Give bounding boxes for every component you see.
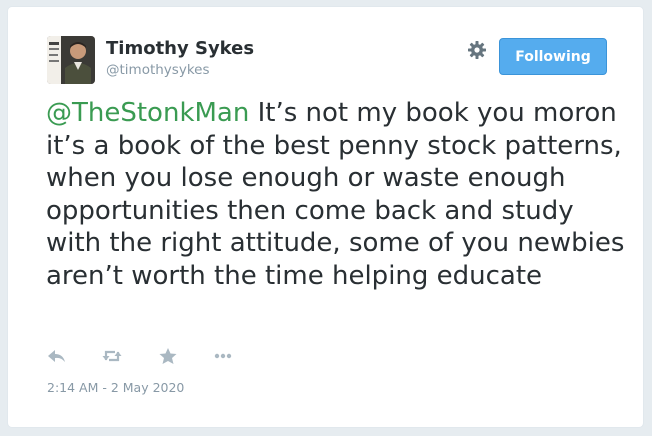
- avatar-image: [47, 36, 95, 84]
- tweet-text: @TheStonkMan It’s not my book you moron …: [46, 97, 636, 292]
- mention-link[interactable]: @TheStonkMan: [46, 98, 249, 128]
- following-button[interactable]: Following: [499, 38, 607, 75]
- gear-icon[interactable]: [467, 40, 487, 60]
- more-icon[interactable]: [212, 346, 234, 366]
- retweet-icon[interactable]: [101, 346, 123, 366]
- tweet-timestamp[interactable]: 2:14 AM - 2 May 2020: [47, 380, 184, 395]
- tweet-card: Timothy Sykes @timothysykes Following @T…: [7, 6, 644, 428]
- display-name[interactable]: Timothy Sykes: [106, 38, 254, 59]
- user-handle[interactable]: @timothysykes: [106, 62, 210, 78]
- favorite-icon[interactable]: [157, 346, 179, 366]
- reply-icon[interactable]: [46, 346, 68, 366]
- avatar[interactable]: [47, 36, 95, 84]
